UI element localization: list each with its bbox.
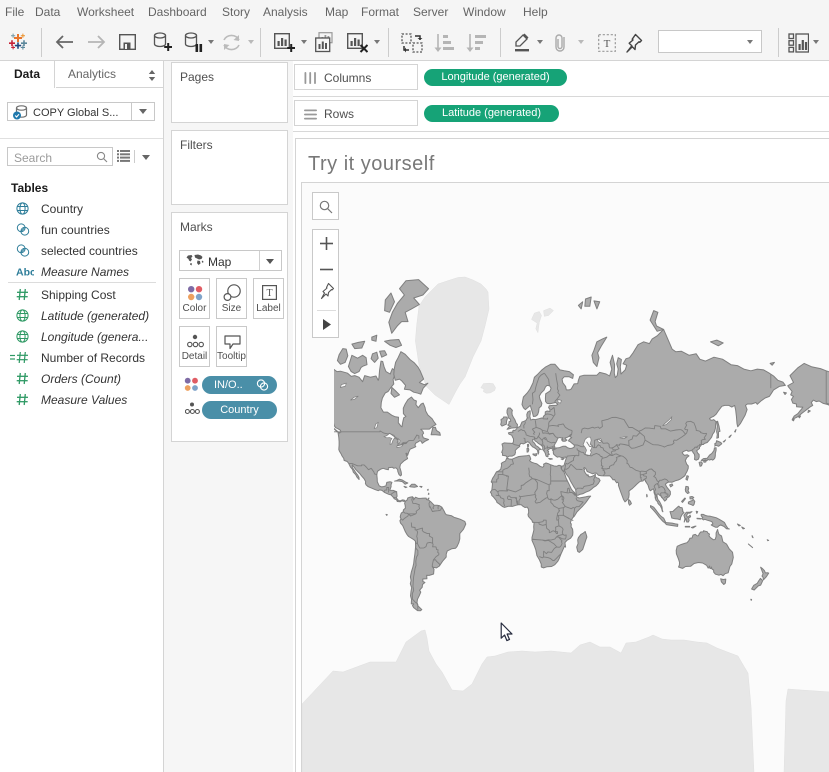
svg-text:T: T — [266, 288, 272, 299]
svg-text:T: T — [604, 38, 611, 50]
svg-text:Abc: Abc — [16, 267, 34, 279]
